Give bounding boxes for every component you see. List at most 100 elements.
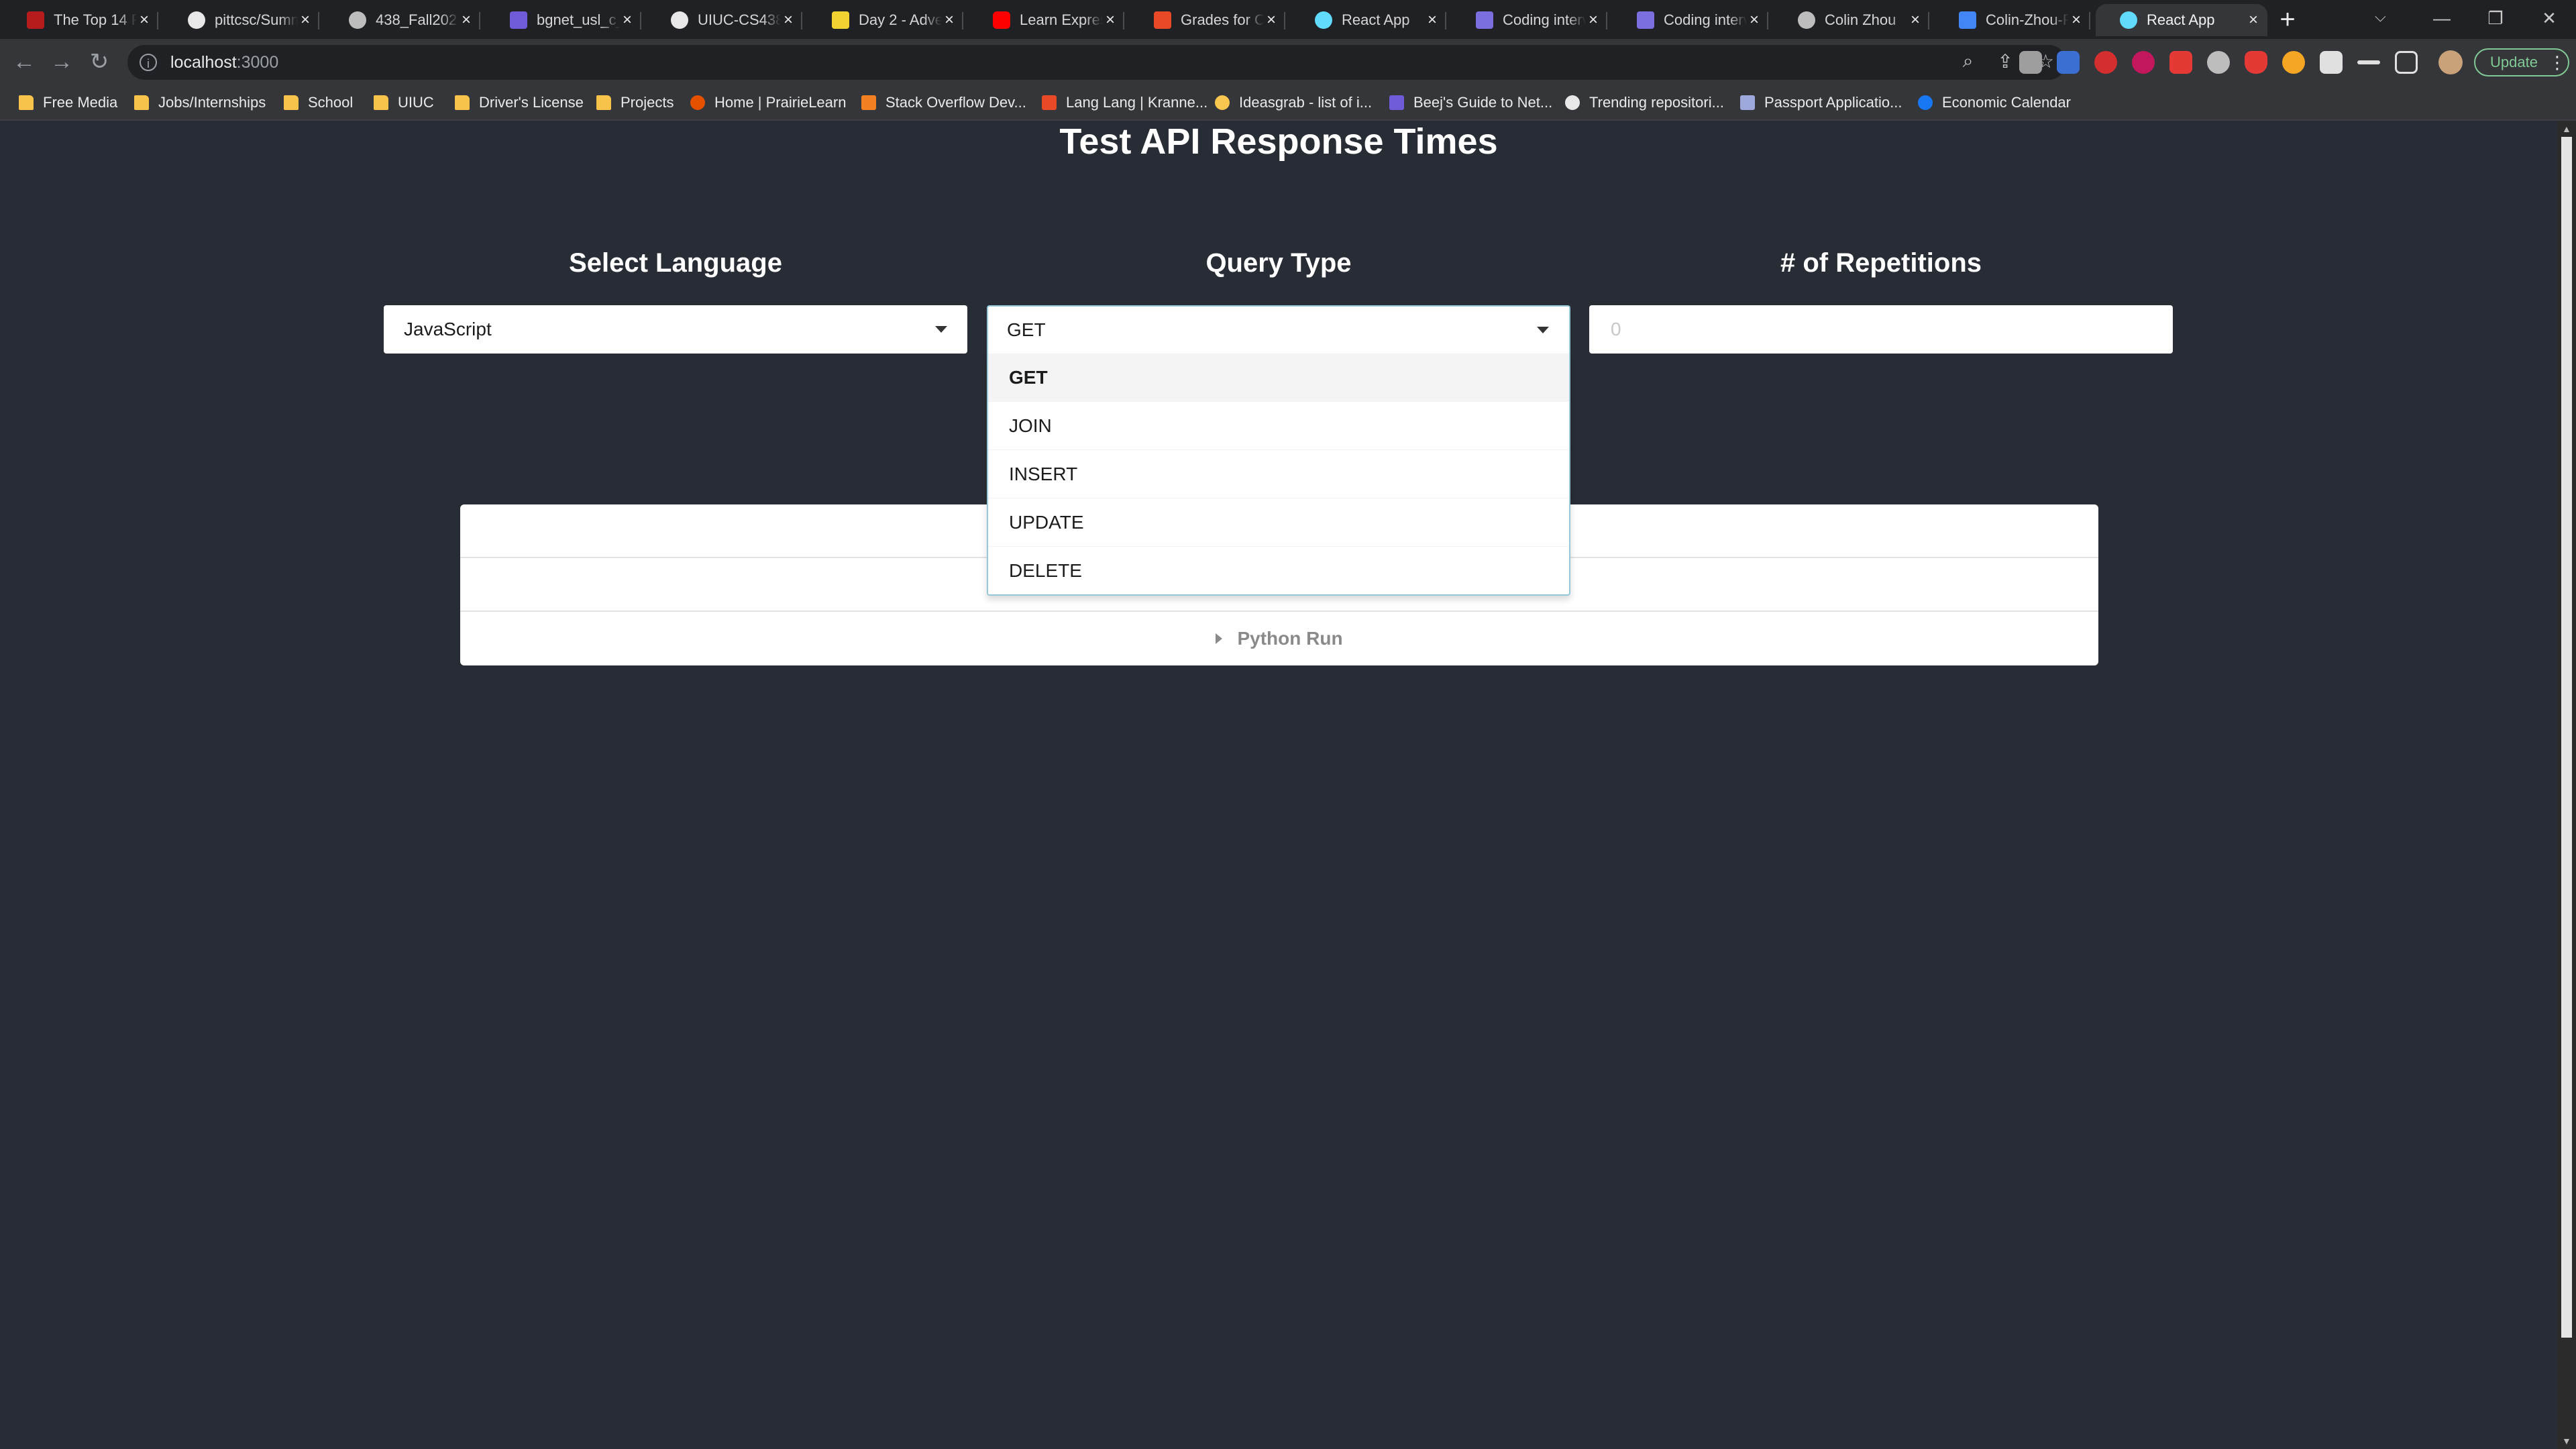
tab-0[interactable]: The Top 14 Pa× [3,4,158,36]
bookmark-prairielearn[interactable]: Home | PrairieLearn [690,93,846,113]
bookmark-ideasgrab[interactable]: Ideasgrab - list of i... [1215,93,1372,113]
restore-icon[interactable]: ❐ [2469,0,2522,39]
zoom-icon[interactable]: ⌕ [1963,50,1974,72]
caret-down-icon [935,326,947,333]
tab-13-active[interactable]: React App × [2096,4,2267,36]
tab-10[interactable]: Coding interv × [1613,4,1768,36]
tab-7[interactable]: Grades for Co× [1130,4,1285,36]
tab-4[interactable]: UIUC-CS438- × [647,4,802,36]
back-arrow-icon[interactable]: ← [9,48,39,78]
menu-item-update[interactable]: UPDATE [988,498,1569,546]
close-icon[interactable]: × [942,11,957,30]
close-icon[interactable]: × [1747,11,1762,30]
reading-list-icon[interactable] [2357,60,2380,64]
folder-icon [284,95,299,110]
bookmark-school[interactable]: School [284,93,353,113]
tab-3[interactable]: bgnet_usl_c_1× [486,4,641,36]
page-scrollbar[interactable]: ▲ ▼ [2557,121,2576,1449]
close-icon[interactable]: × [1103,11,1118,30]
folder-icon [134,95,149,110]
reload-icon[interactable]: ↻ [85,48,114,78]
query-type-dropdown[interactable]: GET [987,305,1570,354]
bookmark-jobs[interactable]: Jobs/Internships [134,93,266,113]
bookmark-trending[interactable]: Trending repositori... [1565,93,1724,113]
info-icon[interactable]: i [140,54,157,71]
illinois-icon [1154,11,1171,29]
bookmark-passport[interactable]: Passport Applicatio... [1740,93,1902,113]
bookmark-beej[interactable]: Beej's Guide to Net... [1389,93,1552,113]
update-button[interactable]: Update ⋮ [2474,48,2569,76]
puzzle-icon[interactable] [2320,51,2343,74]
menu-item-delete[interactable]: DELETE [988,546,1569,594]
tab-5[interactable]: Day 2 - Adven× [808,4,963,36]
close-window-icon[interactable]: ✕ [2522,0,2576,39]
address-bar[interactable]: i localhost:3000 ⌕ ⇪ ☆ [127,45,2066,80]
tab-title: pittcsc/Summ [215,11,298,28]
bookmark-economic-calendar[interactable]: Economic Calendar [1918,93,2071,113]
minimize-icon[interactable]: — [2415,0,2469,39]
language-dropdown[interactable]: JavaScript [384,305,967,354]
close-icon[interactable]: × [781,11,796,30]
accordion-row-label: Python Run [1237,628,1343,649]
tab-title: The Top 14 Pa [54,11,137,28]
more-menu-icon[interactable]: ⋮ [2548,52,2566,73]
close-icon[interactable]: × [620,11,635,30]
avatar[interactable] [2438,50,2463,74]
bookmark-projects[interactable]: Projects [596,93,674,113]
code-favicon [1476,11,1493,29]
tab-9[interactable]: Coding interv × [1452,4,1607,36]
close-icon[interactable]: × [1425,11,1440,30]
caret-down-icon [1537,327,1549,333]
bulb-icon [1215,95,1230,110]
close-icon[interactable]: × [137,11,152,30]
github-icon [1565,95,1580,110]
adblock-icon[interactable] [2094,51,2117,74]
forward-arrow-icon[interactable]: → [47,48,76,78]
tab-1[interactable]: pittcsc/Summ × [164,4,319,36]
record-extension-icon[interactable] [2132,51,2155,74]
bookmark-lang-lang[interactable]: Lang Lang | Kranne... [1042,93,1208,113]
bookmark-free-media[interactable]: Free Media [19,93,117,113]
tab-title: Grades for Co [1181,11,1264,28]
url-text: localhost:3000 [170,53,278,72]
folder-icon [596,95,611,110]
pdf-extension-icon[interactable] [2169,51,2192,74]
close-icon[interactable]: × [1586,11,1601,30]
close-icon[interactable]: × [2069,11,2084,30]
bookmark-drivers-license[interactable]: Driver's License [455,93,584,113]
github-icon [671,11,688,29]
close-icon[interactable]: × [1264,11,1279,30]
chevron-down-icon[interactable]: ⌵ [2375,8,2386,25]
share-icon[interactable]: ⇪ [1997,50,2012,72]
repetitions-input[interactable] [1609,318,2153,341]
side-panel-icon[interactable] [2395,51,2418,74]
new-tab-button[interactable]: + [2274,6,2301,34]
honey-extension-icon[interactable] [2282,51,2305,74]
scroll-down-icon[interactable]: ▼ [2562,1436,2571,1446]
star-favicon [832,11,849,29]
tab-12[interactable]: Colin-Zhou-R × [1935,4,2090,36]
menu-item-get[interactable]: GET [988,354,1569,401]
repetitions-field[interactable] [1589,305,2173,354]
camera-extension-icon[interactable] [2019,51,2042,74]
menu-item-insert[interactable]: INSERT [988,449,1569,498]
bookmark-uiuc[interactable]: UIUC [374,93,434,113]
close-icon[interactable]: × [459,11,474,30]
scrollbar-thumb[interactable] [2561,137,2572,1338]
extension-badge-icon[interactable] [2057,51,2080,74]
tab-11[interactable]: Colin Zhou × [1774,4,1929,36]
shield-icon[interactable] [2245,51,2267,74]
tab-2[interactable]: 438_Fall2022 × [325,4,480,36]
accordion-python-run[interactable]: Python Run [460,612,2098,665]
tab-title: React App [2147,11,2215,28]
close-icon[interactable]: × [298,11,313,30]
menu-item-join[interactable]: JOIN [988,401,1569,449]
tab-6[interactable]: Learn Express× [969,4,1124,36]
tab-8[interactable]: React App × [1291,4,1446,36]
close-icon[interactable]: × [2246,11,2261,30]
bookmark-stackoverflow[interactable]: Stack Overflow Dev... [861,93,1026,113]
close-icon[interactable]: × [1908,11,1923,30]
scroll-up-icon[interactable]: ▲ [2562,123,2571,134]
red-book-favicon [27,11,44,29]
target-extension-icon[interactable] [2207,51,2230,74]
